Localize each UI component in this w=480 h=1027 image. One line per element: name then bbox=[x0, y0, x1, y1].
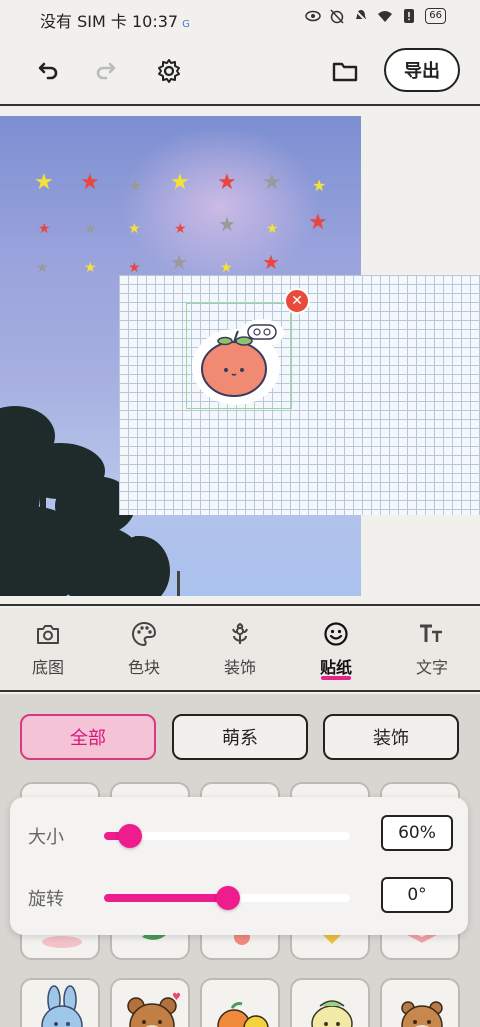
tab-label: 贴纸 bbox=[319, 658, 352, 677]
tab-background[interactable]: 底图 bbox=[0, 608, 96, 690]
size-slider[interactable] bbox=[104, 824, 350, 848]
rotation-label: 旋转 bbox=[28, 889, 64, 910]
star-icon: ★ bbox=[170, 170, 190, 195]
tab-label: 装饰 bbox=[223, 658, 256, 677]
palette-icon bbox=[130, 620, 158, 648]
folder-icon bbox=[332, 62, 358, 82]
star-icon: ★ bbox=[84, 221, 97, 237]
size-slider-row: 大小 60% bbox=[10, 815, 468, 855]
bear-sticker: ♥ bbox=[127, 992, 181, 1027]
star-icon: ★ bbox=[128, 221, 141, 237]
star-icon: ★ bbox=[218, 212, 236, 236]
alarm-off-icon bbox=[330, 9, 344, 24]
star-icon: ★ bbox=[262, 250, 280, 274]
size-slider-thumb[interactable] bbox=[118, 824, 142, 848]
star-icon: ★ bbox=[128, 176, 143, 195]
star-icon: ★ bbox=[217, 170, 237, 195]
status-bar: 没有 SIM 卡 10:37 G 66 bbox=[0, 0, 480, 36]
redo-icon bbox=[96, 62, 116, 80]
smiley-icon bbox=[322, 620, 350, 648]
gear-icon bbox=[158, 59, 180, 83]
tab-text[interactable]: 文字 bbox=[384, 608, 480, 690]
mute-icon bbox=[354, 9, 368, 23]
size-label: 大小 bbox=[28, 827, 64, 848]
rotation-slider-thumb[interactable] bbox=[216, 886, 240, 910]
tab-label: 文字 bbox=[415, 658, 448, 677]
tab-decoration[interactable]: 装饰 bbox=[192, 608, 288, 690]
active-tab-indicator bbox=[321, 676, 351, 680]
filter-chip-all[interactable]: 全部 bbox=[20, 714, 156, 760]
clock: 10:37 bbox=[131, 12, 179, 31]
star-icon: ★ bbox=[174, 221, 187, 237]
sticker-cell[interactable]: ♥ bbox=[110, 978, 190, 1027]
eye-icon bbox=[305, 10, 322, 22]
otter-sticker bbox=[401, 1001, 443, 1027]
sticker-cell[interactable] bbox=[200, 978, 280, 1027]
star-icon: ★ bbox=[170, 250, 188, 274]
tab-color-block[interactable]: 色块 bbox=[96, 608, 192, 690]
settings-button[interactable] bbox=[152, 54, 186, 88]
battery-indicator: 66 bbox=[425, 8, 446, 24]
filter-chip-cute[interactable]: 萌系 bbox=[172, 714, 308, 760]
star-icon: ★ bbox=[36, 260, 49, 276]
carrier-text: 没有 SIM 卡 bbox=[40, 12, 127, 31]
star-icon: ★ bbox=[38, 221, 51, 237]
svg-text:♥: ♥ bbox=[172, 992, 181, 1003]
sticker-cell[interactable] bbox=[380, 978, 460, 1027]
sticker-cell[interactable] bbox=[20, 978, 100, 1027]
undo-button[interactable] bbox=[30, 54, 64, 88]
tab-label: 底图 bbox=[31, 658, 64, 677]
star-icon: ★ bbox=[80, 170, 100, 195]
rotation-value-box[interactable]: 0° bbox=[381, 877, 453, 913]
undo-icon bbox=[38, 62, 58, 80]
delete-sticker-button[interactable]: ✕ bbox=[284, 288, 310, 314]
star-icon: ★ bbox=[84, 260, 97, 276]
star-icon: ★ bbox=[312, 176, 327, 195]
flower-icon bbox=[226, 620, 254, 648]
filter-chip-decoration[interactable]: 装饰 bbox=[323, 714, 459, 760]
adjust-popup: 大小 60% 旋转 0° bbox=[10, 797, 468, 935]
text-size-icon bbox=[418, 620, 446, 648]
folder-button[interactable] bbox=[328, 54, 362, 88]
wifi-icon bbox=[378, 11, 393, 22]
size-value-box[interactable]: 60% bbox=[381, 815, 453, 851]
rotation-slider-fill bbox=[104, 894, 228, 902]
rotation-slider-row: 旋转 0° bbox=[10, 877, 468, 917]
tool-tab-bar: 底图 色块 装饰 贴纸 文字 bbox=[0, 608, 480, 692]
tab-label: 色块 bbox=[127, 658, 160, 677]
editor-canvas[interactable]: ★ ★ ★ ★ ★ ★ ★ ★ ★ ★ ★ ★ ★ ★ ★ ★ ★ ★ ★ ★ bbox=[0, 108, 480, 606]
rotation-slider[interactable] bbox=[104, 886, 350, 910]
redo-button[interactable] bbox=[90, 54, 124, 88]
apple-sticker[interactable] bbox=[190, 313, 286, 405]
sticker-cell[interactable] bbox=[290, 978, 370, 1027]
tab-sticker[interactable]: 贴纸 bbox=[288, 608, 384, 690]
export-button[interactable]: 导出 bbox=[384, 48, 460, 92]
top-toolbar: 导出 bbox=[0, 36, 480, 106]
chick-sticker bbox=[311, 1000, 353, 1027]
camera-icon bbox=[34, 620, 62, 648]
star-icon: ★ bbox=[262, 170, 282, 195]
status-left: 没有 SIM 卡 10:37 G bbox=[40, 8, 190, 32]
sim-alert-icon bbox=[404, 9, 415, 23]
bunny-sticker bbox=[41, 985, 83, 1027]
status-right: 66 bbox=[305, 8, 446, 24]
star-icon: ★ bbox=[308, 210, 328, 235]
star-icon: ★ bbox=[34, 170, 54, 195]
fruit-sticker bbox=[217, 1002, 269, 1027]
star-icon: ★ bbox=[266, 221, 279, 237]
g-badge: G bbox=[182, 19, 190, 30]
